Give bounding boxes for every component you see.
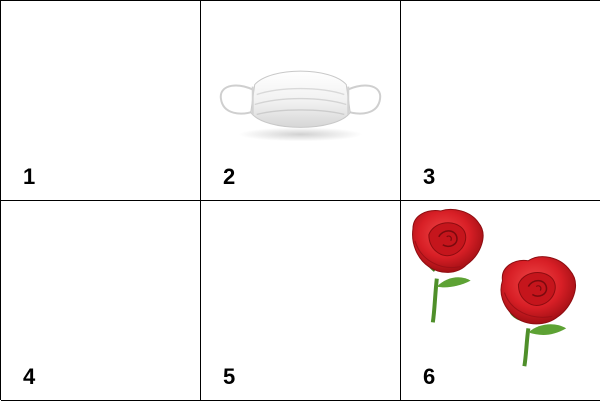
cell-number: 1 <box>23 164 36 189</box>
cell-number: 3 <box>423 164 436 189</box>
cell-number: 4 <box>23 364 36 389</box>
grid-cell-2[interactable]: 2 <box>201 1 401 201</box>
grid-cell-4[interactable]: 4 <box>1 201 201 401</box>
image-grid: 1 2 3 4 5 6 <box>0 0 600 401</box>
grid-cell-6[interactable]: 6 <box>401 201 600 401</box>
grid-cell-5[interactable]: 5 <box>201 201 401 401</box>
cell-number: 6 <box>423 364 436 389</box>
grid-cell-3[interactable]: 3 <box>401 1 600 201</box>
cell-number: 2 <box>223 164 236 189</box>
grid-cell-1[interactable]: 1 <box>1 1 201 201</box>
cell-number: 5 <box>223 364 236 389</box>
